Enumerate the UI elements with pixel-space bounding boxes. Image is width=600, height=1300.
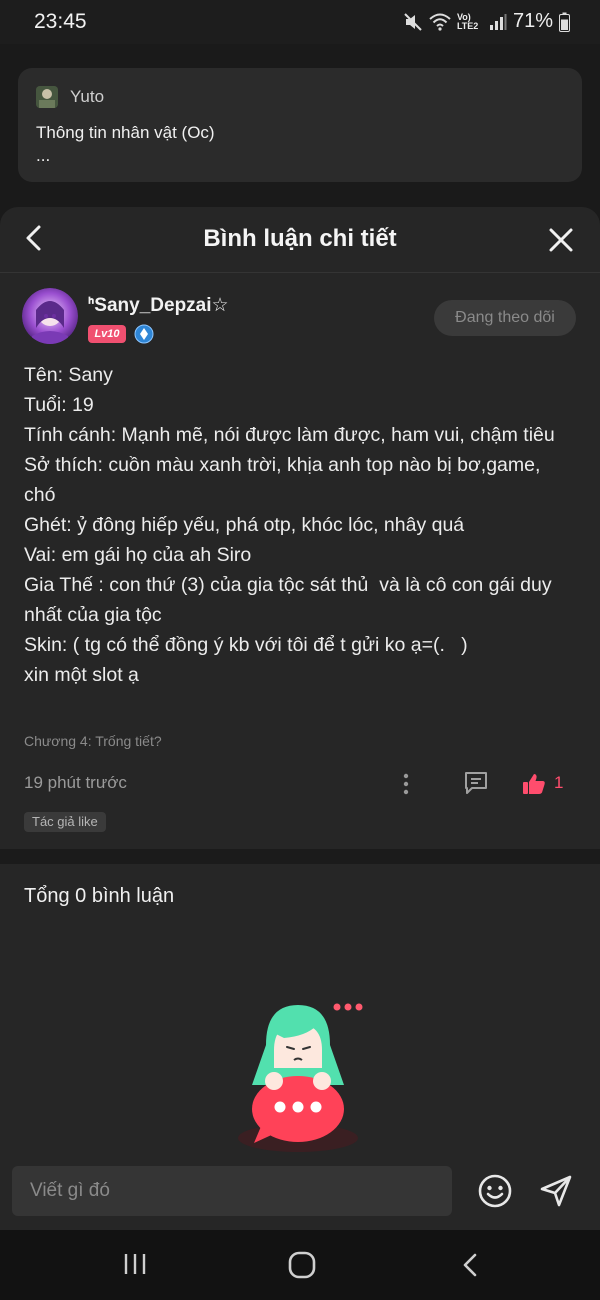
commenter-avatar[interactable] <box>22 288 78 344</box>
chapter-reference[interactable]: Chương 4: Trống tiết? <box>24 733 162 749</box>
status-icons: Vo) LTE2 71% <box>403 10 570 33</box>
status-time: 23:45 <box>34 10 87 33</box>
send-icon[interactable] <box>538 1173 574 1209</box>
commenter-username[interactable]: ᑋSany_Depzai☆ <box>88 294 229 317</box>
background-post-excerpt: ... <box>36 146 51 165</box>
emoji-icon[interactable] <box>477 1173 513 1209</box>
author-liked-badge: Tác giả like <box>24 812 106 832</box>
network-label: Vo) LTE2 <box>456 11 479 31</box>
sheet-header: Bình luận chi tiết <box>0 207 600 273</box>
recent-apps-icon[interactable] <box>122 1252 148 1276</box>
level-badge: Lv10 <box>88 325 126 343</box>
background-author-avatar <box>36 86 58 108</box>
comment-line: Gia Thế : con thứ (3) của gia tộc sát th… <box>24 574 557 626</box>
comment-line: Ghét: ỷ đông hiếp yếu, phá otp, khóc lóc… <box>24 514 465 536</box>
comment-timestamp: 19 phút trước <box>24 773 127 792</box>
battery-percent: 71% <box>512 10 553 32</box>
mute-icon <box>404 12 422 31</box>
empty-state-illustration <box>238 1003 363 1152</box>
wifi-icon <box>429 13 451 31</box>
like-count: 1 <box>554 773 564 792</box>
home-icon[interactable] <box>288 1251 316 1279</box>
section-divider <box>0 849 600 864</box>
following-button[interactable]: Đang theo dõi <box>434 300 576 336</box>
battery-icon <box>559 12 570 32</box>
reply-comment-icon[interactable] <box>463 770 489 796</box>
like-button[interactable]: 1 <box>522 770 576 798</box>
comment-detail-sheet: Bình luận chi tiết ᑋSany_Depzai☆ Lv10 Đa… <box>0 207 600 1230</box>
total-replies-label: Tổng 0 bình luận <box>24 885 175 907</box>
comment-line: Sở thích: cuồn màu xanh trời, khịa anh t… <box>24 454 546 506</box>
background-author-name: Yuto <box>70 87 105 106</box>
system-navigation-bar <box>0 1230 600 1300</box>
comment-line: Vai: em gái họ của ah Siro <box>24 544 252 566</box>
comment-line: Tính cánh: Mạnh mẽ, nói được làm được, h… <box>24 424 555 446</box>
diamond-badge-icon <box>134 324 154 344</box>
comment-meta-row: 19 phút trước 1 <box>24 770 576 800</box>
comment-input-bar <box>0 1152 600 1230</box>
close-icon[interactable] <box>548 227 574 253</box>
comment-line: xin một slot ạ <box>24 664 139 686</box>
thumbs-up-icon <box>523 774 545 794</box>
background-post-title: Thông tin nhân vật (Oc) <box>36 123 215 142</box>
system-back-icon[interactable] <box>460 1252 480 1278</box>
status-bar: 23:45 Vo) LTE2 71% <box>0 0 600 44</box>
comment-line: Tên: Sany <box>24 364 113 386</box>
signal-icon <box>489 13 507 30</box>
comment-body: Tên: Sany Tuổi: 19 Tính cánh: Mạnh mẽ, n… <box>24 360 574 690</box>
comment-line: Tuổi: 19 <box>24 394 94 416</box>
comment-line: Skin: ( tg có thể đồng ý kb với tôi để t… <box>24 634 468 656</box>
sheet-title: Bình luận chi tiết <box>203 225 397 252</box>
background-post-card[interactable]: Yuto Thông tin nhân vật (Oc) ... <box>18 68 582 182</box>
more-vertical-icon[interactable] <box>396 770 416 798</box>
comment-input[interactable] <box>12 1166 452 1216</box>
